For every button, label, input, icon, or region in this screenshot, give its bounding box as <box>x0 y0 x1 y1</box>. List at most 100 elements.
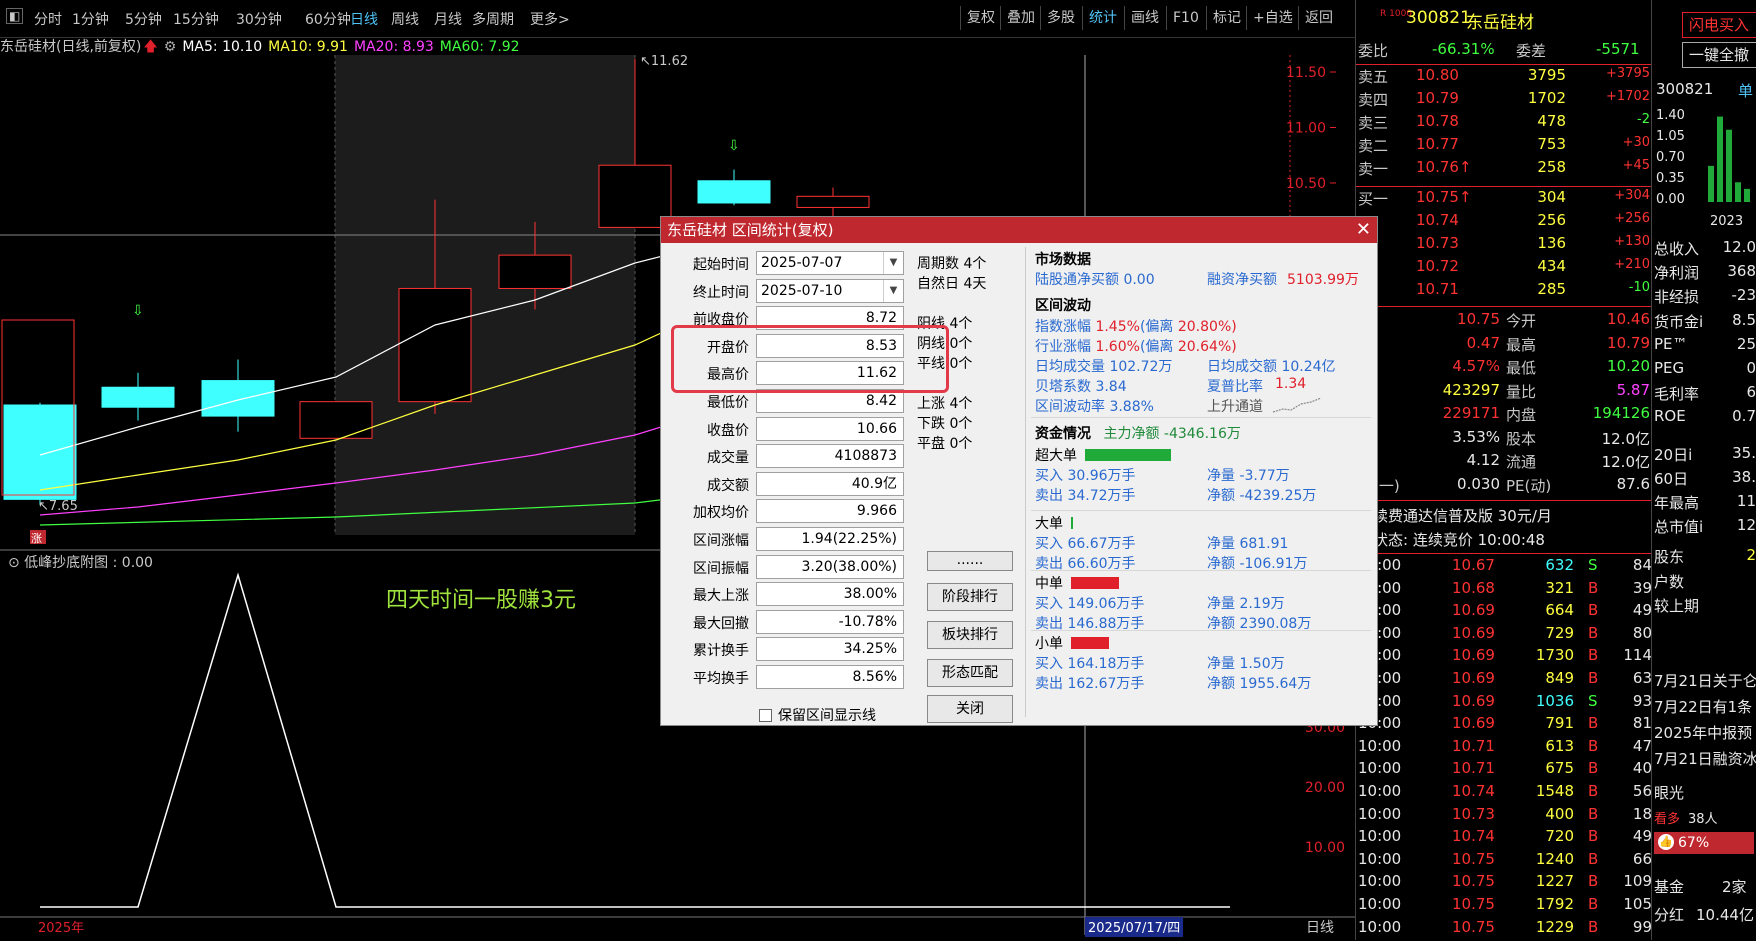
gear-icon[interactable]: ⚙ <box>164 39 177 55</box>
tick-vol: 321 <box>1545 578 1574 597</box>
toolbar-btn-0[interactable]: 复权 <box>960 6 1001 30</box>
field-value-1[interactable]: 2025-07-10 ▼ <box>756 278 904 303</box>
chevron-down-icon[interactable]: ▼ <box>883 252 903 274</box>
ask-label: 卖一 <box>1358 160 1389 178</box>
cancel-all-button[interactable]: 一键全撤 <box>1682 42 1756 68</box>
fin-value: -23 <box>1731 286 1756 305</box>
dialog-button-1[interactable]: 阶段排行 <box>927 583 1013 611</box>
tick-vol: 1227 <box>1535 872 1574 891</box>
fin-label: 净利润 <box>1654 264 1700 283</box>
toolbar-btn-1[interactable]: 叠加 <box>1000 6 1041 30</box>
info-value2: 12.0亿 <box>1601 453 1650 471</box>
news-item[interactable]: 2025年中报预 <box>1654 722 1752 743</box>
bid-chg: +256 <box>1614 211 1650 226</box>
field-value-8[interactable]: 40.9亿 <box>756 471 904 496</box>
ask-row: 卖三 10.78 478 -2 <box>1356 112 1652 135</box>
toolbar-btn-3[interactable]: 统计 <box>1082 6 1123 30</box>
fin-value: 12.0 <box>1722 238 1756 256</box>
toolbar-btn-6[interactable]: 标记 <box>1206 6 1247 30</box>
tick-count: 114 <box>1623 646 1652 665</box>
ask-price: 10.80 <box>1416 66 1459 84</box>
notice[interactable]: 劲续费通达信普及版 30元/月 <box>1358 505 1552 526</box>
fund-buy: 买入 30.96万手 <box>1035 468 1136 484</box>
fin-label: 户数 <box>1654 572 1685 591</box>
tick-side: B <box>1588 578 1599 597</box>
info-value: 0.030 <box>1457 474 1500 493</box>
field-text-5: 8.42 <box>865 393 897 409</box>
tab-7[interactable]: 周线 <box>391 9 419 29</box>
field-value-11[interactable]: 3.20(38.00%) <box>756 554 904 579</box>
tick-time: 10:00 <box>1358 736 1402 755</box>
div-label: 分红 <box>1654 906 1685 924</box>
ask-chg: +1702 <box>1606 89 1650 104</box>
field-value-6[interactable]: 10.66 <box>756 416 904 441</box>
tick-count: 66 <box>1632 849 1652 868</box>
tab-8[interactable]: 月线 <box>434 9 462 29</box>
toolbar-btn-2[interactable]: 多股 <box>1040 6 1081 30</box>
field-label-7: 成交量 <box>707 450 749 467</box>
ask-vol: 3795 <box>1527 66 1566 84</box>
candle-down <box>101 386 175 408</box>
field-label-9: 加权均价 <box>693 505 749 522</box>
tab-4[interactable]: 30分钟 <box>236 9 282 29</box>
field-text-15: 8.56% <box>852 669 897 685</box>
bid-chg: -10 <box>1628 280 1650 295</box>
news-item[interactable]: 7月22日有1条 <box>1654 696 1752 717</box>
field-value-10[interactable]: 1.94(22.25%) <box>756 527 904 551</box>
chevron-down-icon[interactable]: ▼ <box>883 279 903 302</box>
field-value-12[interactable]: 38.00% <box>756 582 904 607</box>
index-dev: (偏离 <box>1139 319 1174 335</box>
tab-2[interactable]: 5分钟 <box>125 9 162 29</box>
dialog-button-4[interactable]: 关闭 <box>927 695 1013 723</box>
tab-0[interactable]: 分时 <box>34 9 62 29</box>
toolbar-btn-4[interactable]: 画线 <box>1124 6 1165 30</box>
field-value-9[interactable]: 9.966 <box>756 499 904 524</box>
zhang-label: 涨 <box>31 532 42 545</box>
news-item[interactable]: 7月21日关于仑 <box>1654 670 1756 691</box>
field-value-14[interactable]: 34.25% <box>756 637 904 662</box>
field-value-13[interactable]: -10.78% <box>756 609 904 634</box>
keep-display-option[interactable]: 保留区间显示线 <box>759 705 876 725</box>
tick-side: B <box>1588 759 1599 778</box>
annotation-text: 四天时间一股赚3元 <box>386 588 576 613</box>
tick-vol: 675 <box>1545 759 1574 778</box>
tick-row: 10:00 10.75 1227 B 109 <box>1356 872 1652 895</box>
tab-6[interactable]: 日线 <box>350 9 378 29</box>
fund-buy: 买入 149.06万手 <box>1035 596 1145 612</box>
fund-net-amt: 净额 -4239.25万 <box>1207 488 1317 504</box>
dialog-button-2[interactable]: 板块排行 <box>927 621 1013 649</box>
mini-bar <box>1726 129 1732 202</box>
tab-9[interactable]: 多周期 <box>472 9 514 29</box>
fund-value: 2家 <box>1722 878 1747 896</box>
field-value-0[interactable]: 2025-07-07 ▼ <box>756 251 904 275</box>
ind-tick: 10.00 <box>1305 840 1345 856</box>
fund-net-vol: 净量 -3.77万 <box>1207 468 1290 484</box>
toolbar-btn-7[interactable]: +自选 <box>1246 6 1299 30</box>
weibi-row: 委比 -66.31% 委差 -5571 <box>1356 40 1652 63</box>
news-item[interactable]: 7月21日融资冰 <box>1654 748 1756 769</box>
tick-count: 39 <box>1632 578 1652 597</box>
divider <box>1356 64 1652 65</box>
info-value: 4.12 <box>1466 451 1500 469</box>
dialog-button-0[interactable]: ...... <box>927 551 1013 571</box>
dialog-button-3[interactable]: 形态匹配 <box>927 659 1013 687</box>
period-stat-0: 周期数 4个 <box>917 256 987 272</box>
trend-sparkline-icon <box>1272 397 1322 413</box>
keep-display-checkbox[interactable] <box>759 709 772 722</box>
toolbar-btn-8[interactable]: 返回 <box>1298 6 1339 30</box>
tick-row: 10:00 10.71 675 B 40 <box>1356 759 1652 782</box>
tab-3[interactable]: 15分钟 <box>173 9 219 29</box>
info-label2: 股本 <box>1506 429 1537 448</box>
fin-value: 25 <box>1736 334 1756 353</box>
field-value-7[interactable]: 4108873 <box>756 444 904 469</box>
flash-buy-button[interactable]: 闪电买入 <box>1682 12 1756 38</box>
toolbar-btn-5[interactable]: F10 <box>1166 6 1205 30</box>
field-label-6: 收盘价 <box>707 422 749 439</box>
tab-5[interactable]: 60分钟 <box>305 9 351 29</box>
fund-net-amt: 净额 -106.91万 <box>1207 556 1308 572</box>
tab-10[interactable]: 更多> <box>530 9 570 29</box>
close-icon[interactable]: ✕ <box>1356 217 1371 243</box>
field-value-15[interactable]: 8.56% <box>756 665 904 689</box>
tab-1[interactable]: 1分钟 <box>72 9 109 29</box>
menu-icon[interactable]: ◧ <box>6 8 24 24</box>
